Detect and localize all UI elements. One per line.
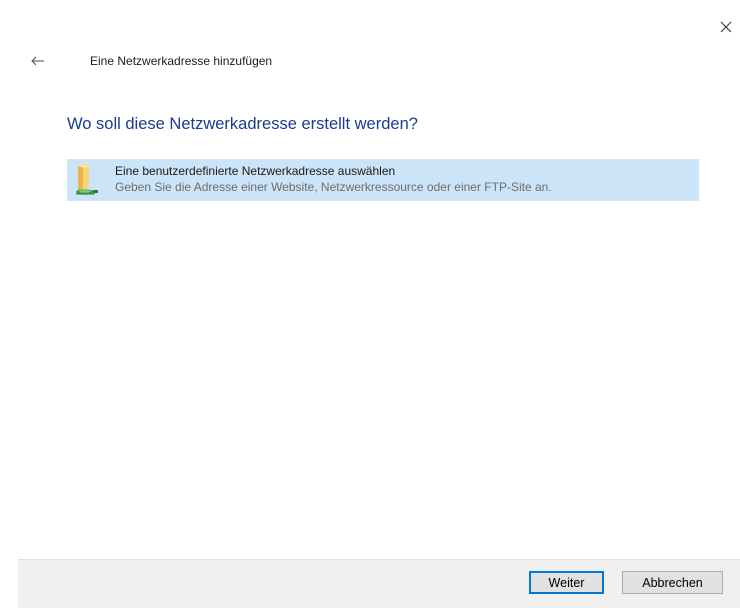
option-title: Eine benutzerdefinierte Netzwerkadresse …	[115, 164, 396, 178]
close-icon	[720, 21, 732, 33]
option-description: Geben Sie die Adresse einer Website, Net…	[115, 180, 552, 194]
wizard-title: Eine Netzwerkadresse hinzufügen	[90, 54, 273, 68]
button-bar: Weiter Abbrechen	[18, 559, 740, 608]
back-button[interactable]	[26, 50, 50, 72]
close-button[interactable]	[712, 14, 740, 40]
back-arrow-icon	[31, 56, 44, 66]
next-button[interactable]: Weiter	[529, 571, 604, 594]
list-item-custom-network-location[interactable]: Eine benutzerdefinierte Netzwerkadresse …	[67, 159, 699, 201]
folder-network-icon	[76, 164, 98, 195]
wizard-window: Eine Netzwerkadresse hinzufügen Wo soll …	[0, 0, 740, 608]
cancel-button[interactable]: Abbrechen	[622, 571, 723, 594]
page-heading: Wo soll diese Netzwerkadresse erstellt w…	[67, 115, 418, 133]
window-left-edge	[0, 0, 1, 608]
